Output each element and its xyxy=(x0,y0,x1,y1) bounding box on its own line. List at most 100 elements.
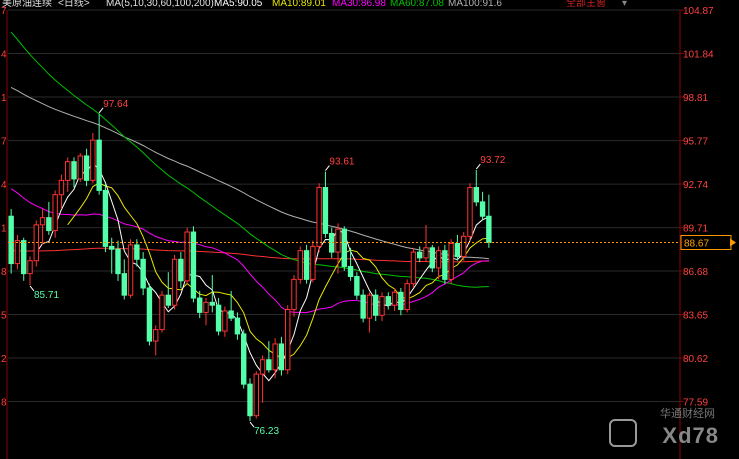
candle xyxy=(171,254,178,310)
candle-body xyxy=(209,301,215,306)
ma5-value: MA5:90.05 xyxy=(214,0,263,9)
candle xyxy=(266,341,272,373)
candle xyxy=(140,252,146,296)
candle xyxy=(228,290,234,322)
candle xyxy=(278,336,285,376)
low-annotation: 76.23 xyxy=(254,426,279,437)
candle xyxy=(253,371,259,419)
candle xyxy=(58,174,65,210)
candle-body xyxy=(423,247,429,259)
candle-body xyxy=(310,245,316,280)
candle xyxy=(417,246,423,263)
candle xyxy=(190,226,197,303)
candle-body xyxy=(77,155,83,180)
candle-body xyxy=(140,258,146,289)
candle-body xyxy=(448,243,454,280)
watermark-site: 华通财经网 xyxy=(660,408,715,420)
candle-body xyxy=(65,161,71,181)
candle xyxy=(341,226,347,271)
candle-body xyxy=(46,217,52,232)
candle-body xyxy=(335,228,341,253)
candle xyxy=(71,157,77,188)
candle-body xyxy=(322,187,329,234)
candle xyxy=(153,325,159,356)
candle xyxy=(115,240,121,281)
candle-body xyxy=(222,310,228,332)
candle xyxy=(285,305,291,375)
candle-body xyxy=(285,309,291,371)
candle-body xyxy=(442,250,448,280)
candle-body xyxy=(127,244,134,296)
window-dropdown[interactable]: 全部主窗 xyxy=(566,0,606,10)
candle xyxy=(241,329,247,389)
candle-body xyxy=(266,359,272,371)
candle-body xyxy=(278,343,285,371)
candle xyxy=(165,272,171,309)
candle xyxy=(102,183,109,253)
candle xyxy=(134,239,140,267)
candle-body xyxy=(115,248,121,275)
high-annotation: 93.61 xyxy=(329,157,354,168)
candle-body xyxy=(379,296,385,316)
candle-body xyxy=(8,215,14,265)
candle xyxy=(291,275,297,317)
candle-body xyxy=(366,294,373,319)
y-tick-label: 95.77 xyxy=(683,137,708,148)
candle xyxy=(77,153,83,182)
candle xyxy=(322,171,329,238)
candle xyxy=(385,292,391,310)
candle-body xyxy=(159,294,165,331)
candle xyxy=(410,247,417,288)
candle-body xyxy=(385,296,391,306)
left-axis-label: 8 xyxy=(1,267,7,278)
symbol-name[interactable]: 美原油连续 xyxy=(2,0,52,10)
indicator-header: 美原油连续 <日线> MA(5,10,30,60,100,200) MA5:90… xyxy=(0,0,739,12)
watermark-logo-icon xyxy=(609,419,637,447)
candle-body xyxy=(121,273,127,296)
left-axis-label: 7 xyxy=(1,137,7,148)
candle-body xyxy=(454,243,461,257)
candle xyxy=(461,232,467,261)
left-axis-label: 1 xyxy=(1,224,7,235)
candle xyxy=(127,239,134,299)
candle xyxy=(429,244,435,273)
candle-body xyxy=(272,343,278,371)
chevron-down-icon[interactable]: ▾ xyxy=(622,0,627,10)
left-axis-label: 4 xyxy=(1,180,7,191)
candle xyxy=(486,194,492,248)
candle-body xyxy=(228,310,234,319)
period-label[interactable]: <日线> xyxy=(58,0,90,10)
candle-body xyxy=(190,231,197,299)
candle xyxy=(479,191,486,221)
candle xyxy=(442,244,448,284)
left-axis-label: 5 xyxy=(1,311,7,322)
candle-body xyxy=(21,240,27,275)
candle-body xyxy=(404,283,410,311)
ma-params[interactable]: MA(5,10,30,60,100,200) xyxy=(106,0,214,10)
candle-body xyxy=(27,260,33,275)
candle-body xyxy=(467,187,473,237)
candlestick-chart[interactable]: 104.87101.8498.8195.7792.7489.7186.6883.… xyxy=(0,0,739,459)
candle-body xyxy=(171,258,178,306)
candle xyxy=(8,209,14,274)
candle-body xyxy=(184,231,190,282)
ma60-value: MA60:87.08 xyxy=(390,0,444,9)
ma10-value: MA10:89.01 xyxy=(272,0,326,9)
y-tick-label: 83.65 xyxy=(683,311,708,322)
price-arrow-icon xyxy=(730,238,736,247)
candle xyxy=(27,256,33,285)
candle-body xyxy=(52,194,58,232)
candle xyxy=(259,355,266,403)
candle-body xyxy=(391,291,398,306)
candle-body xyxy=(102,189,109,247)
candle xyxy=(39,209,46,245)
candle xyxy=(178,252,184,288)
candle xyxy=(203,298,209,326)
candle-body xyxy=(354,276,360,296)
low-annotation: 85.71 xyxy=(34,290,59,301)
left-axis-label: 2 xyxy=(1,354,7,365)
candle-body xyxy=(247,383,253,417)
candle xyxy=(247,378,253,422)
candle-body xyxy=(96,139,102,191)
candle xyxy=(398,287,404,316)
